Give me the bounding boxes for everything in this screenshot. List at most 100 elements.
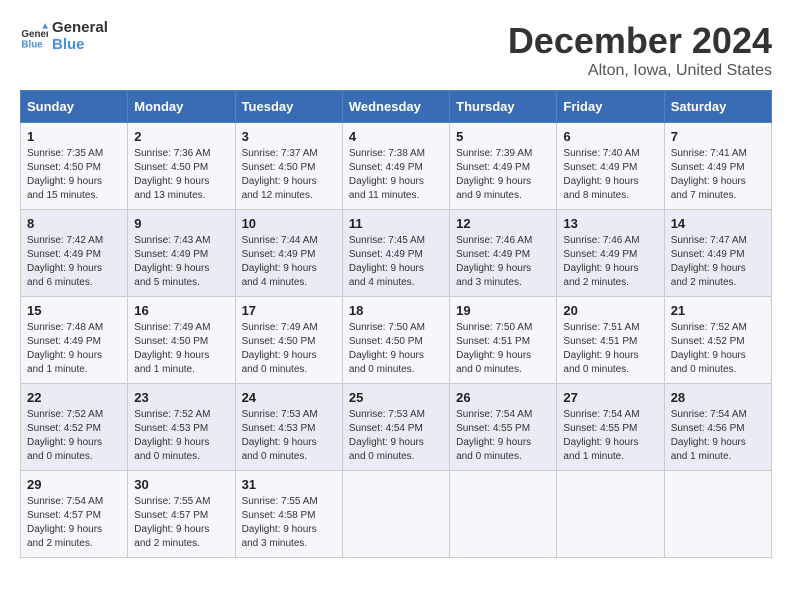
day-number: 19: [456, 303, 550, 318]
day-number: 1: [27, 129, 121, 144]
calendar-cell: 22 Sunrise: 7:52 AMSunset: 4:52 PMDaylig…: [21, 384, 128, 471]
day-number: 30: [134, 477, 228, 492]
day-number: 4: [349, 129, 443, 144]
day-info: Sunrise: 7:41 AMSunset: 4:49 PMDaylight:…: [671, 147, 765, 203]
day-number: 24: [242, 390, 336, 405]
calendar-cell: 6 Sunrise: 7:40 AMSunset: 4:49 PMDayligh…: [557, 123, 664, 210]
logo: General Blue General Blue: [20, 20, 108, 53]
day-info: Sunrise: 7:47 AMSunset: 4:49 PMDaylight:…: [671, 234, 765, 290]
day-number: 2: [134, 129, 228, 144]
day-number: 11: [349, 216, 443, 231]
svg-text:General: General: [21, 29, 48, 40]
location-title: Alton, Iowa, United States: [508, 62, 772, 80]
week-row-4: 22 Sunrise: 7:52 AMSunset: 4:52 PMDaylig…: [21, 384, 772, 471]
day-info: Sunrise: 7:53 AMSunset: 4:53 PMDaylight:…: [242, 408, 336, 464]
week-row-3: 15 Sunrise: 7:48 AMSunset: 4:49 PMDaylig…: [21, 297, 772, 384]
calendar-cell: 10 Sunrise: 7:44 AMSunset: 4:49 PMDaylig…: [235, 210, 342, 297]
day-number: 20: [563, 303, 657, 318]
calendar-cell: 3 Sunrise: 7:37 AMSunset: 4:50 PMDayligh…: [235, 123, 342, 210]
day-number: 9: [134, 216, 228, 231]
calendar-cell: 30 Sunrise: 7:55 AMSunset: 4:57 PMDaylig…: [128, 471, 235, 558]
day-number: 7: [671, 129, 765, 144]
calendar-cell: 5 Sunrise: 7:39 AMSunset: 4:49 PMDayligh…: [450, 123, 557, 210]
day-number: 22: [27, 390, 121, 405]
day-number: 23: [134, 390, 228, 405]
day-number: 31: [242, 477, 336, 492]
day-info: Sunrise: 7:50 AMSunset: 4:51 PMDaylight:…: [456, 321, 550, 377]
day-info: Sunrise: 7:39 AMSunset: 4:49 PMDaylight:…: [456, 147, 550, 203]
calendar-cell: 28 Sunrise: 7:54 AMSunset: 4:56 PMDaylig…: [664, 384, 771, 471]
day-number: 13: [563, 216, 657, 231]
day-info: Sunrise: 7:54 AMSunset: 4:55 PMDaylight:…: [456, 408, 550, 464]
day-info: Sunrise: 7:53 AMSunset: 4:54 PMDaylight:…: [349, 408, 443, 464]
day-info: Sunrise: 7:49 AMSunset: 4:50 PMDaylight:…: [242, 321, 336, 377]
day-number: 6: [563, 129, 657, 144]
calendar-cell: 7 Sunrise: 7:41 AMSunset: 4:49 PMDayligh…: [664, 123, 771, 210]
day-number: 5: [456, 129, 550, 144]
calendar-cell: 2 Sunrise: 7:36 AMSunset: 4:50 PMDayligh…: [128, 123, 235, 210]
day-number: 25: [349, 390, 443, 405]
day-info: Sunrise: 7:54 AMSunset: 4:57 PMDaylight:…: [27, 495, 121, 551]
month-title: December 2024: [508, 20, 772, 62]
day-number: 17: [242, 303, 336, 318]
calendar-cell: [450, 471, 557, 558]
day-info: Sunrise: 7:52 AMSunset: 4:52 PMDaylight:…: [671, 321, 765, 377]
calendar-cell: 20 Sunrise: 7:51 AMSunset: 4:51 PMDaylig…: [557, 297, 664, 384]
calendar-header-row: SundayMondayTuesdayWednesdayThursdayFrid…: [21, 91, 772, 123]
day-info: Sunrise: 7:45 AMSunset: 4:49 PMDaylight:…: [349, 234, 443, 290]
calendar-table: SundayMondayTuesdayWednesdayThursdayFrid…: [20, 90, 772, 558]
svg-text:Blue: Blue: [21, 39, 43, 50]
day-info: Sunrise: 7:52 AMSunset: 4:52 PMDaylight:…: [27, 408, 121, 464]
day-info: Sunrise: 7:43 AMSunset: 4:49 PMDaylight:…: [134, 234, 228, 290]
day-info: Sunrise: 7:36 AMSunset: 4:50 PMDaylight:…: [134, 147, 228, 203]
week-row-5: 29 Sunrise: 7:54 AMSunset: 4:57 PMDaylig…: [21, 471, 772, 558]
logo-line1: General: [52, 20, 108, 37]
day-number: 16: [134, 303, 228, 318]
day-info: Sunrise: 7:54 AMSunset: 4:55 PMDaylight:…: [563, 408, 657, 464]
day-info: Sunrise: 7:46 AMSunset: 4:49 PMDaylight:…: [456, 234, 550, 290]
calendar-cell: 8 Sunrise: 7:42 AMSunset: 4:49 PMDayligh…: [21, 210, 128, 297]
calendar-cell: 23 Sunrise: 7:52 AMSunset: 4:53 PMDaylig…: [128, 384, 235, 471]
calendar-cell: 17 Sunrise: 7:49 AMSunset: 4:50 PMDaylig…: [235, 297, 342, 384]
calendar-cell: 14 Sunrise: 7:47 AMSunset: 4:49 PMDaylig…: [664, 210, 771, 297]
header-saturday: Saturday: [664, 91, 771, 123]
header-monday: Monday: [128, 91, 235, 123]
header-wednesday: Wednesday: [342, 91, 449, 123]
day-number: 12: [456, 216, 550, 231]
logo-line2: Blue: [52, 37, 108, 54]
week-row-1: 1 Sunrise: 7:35 AMSunset: 4:50 PMDayligh…: [21, 123, 772, 210]
header-sunday: Sunday: [21, 91, 128, 123]
calendar-cell: [557, 471, 664, 558]
calendar-cell: 15 Sunrise: 7:48 AMSunset: 4:49 PMDaylig…: [21, 297, 128, 384]
calendar-cell: [342, 471, 449, 558]
calendar-cell: [664, 471, 771, 558]
calendar-cell: 24 Sunrise: 7:53 AMSunset: 4:53 PMDaylig…: [235, 384, 342, 471]
day-info: Sunrise: 7:55 AMSunset: 4:58 PMDaylight:…: [242, 495, 336, 551]
day-number: 15: [27, 303, 121, 318]
day-info: Sunrise: 7:44 AMSunset: 4:49 PMDaylight:…: [242, 234, 336, 290]
day-number: 10: [242, 216, 336, 231]
calendar-cell: 9 Sunrise: 7:43 AMSunset: 4:49 PMDayligh…: [128, 210, 235, 297]
header-friday: Friday: [557, 91, 664, 123]
logo-icon: General Blue: [20, 23, 48, 51]
day-info: Sunrise: 7:35 AMSunset: 4:50 PMDaylight:…: [27, 147, 121, 203]
day-info: Sunrise: 7:49 AMSunset: 4:50 PMDaylight:…: [134, 321, 228, 377]
day-info: Sunrise: 7:51 AMSunset: 4:51 PMDaylight:…: [563, 321, 657, 377]
day-number: 26: [456, 390, 550, 405]
week-row-2: 8 Sunrise: 7:42 AMSunset: 4:49 PMDayligh…: [21, 210, 772, 297]
calendar-cell: 12 Sunrise: 7:46 AMSunset: 4:49 PMDaylig…: [450, 210, 557, 297]
day-info: Sunrise: 7:40 AMSunset: 4:49 PMDaylight:…: [563, 147, 657, 203]
day-info: Sunrise: 7:52 AMSunset: 4:53 PMDaylight:…: [134, 408, 228, 464]
calendar-cell: 11 Sunrise: 7:45 AMSunset: 4:49 PMDaylig…: [342, 210, 449, 297]
day-number: 21: [671, 303, 765, 318]
day-info: Sunrise: 7:50 AMSunset: 4:50 PMDaylight:…: [349, 321, 443, 377]
day-number: 29: [27, 477, 121, 492]
day-number: 18: [349, 303, 443, 318]
calendar-cell: 18 Sunrise: 7:50 AMSunset: 4:50 PMDaylig…: [342, 297, 449, 384]
header-tuesday: Tuesday: [235, 91, 342, 123]
day-number: 28: [671, 390, 765, 405]
header-thursday: Thursday: [450, 91, 557, 123]
day-info: Sunrise: 7:42 AMSunset: 4:49 PMDaylight:…: [27, 234, 121, 290]
day-info: Sunrise: 7:37 AMSunset: 4:50 PMDaylight:…: [242, 147, 336, 203]
page-header: General Blue General Blue December 2024 …: [20, 20, 772, 80]
